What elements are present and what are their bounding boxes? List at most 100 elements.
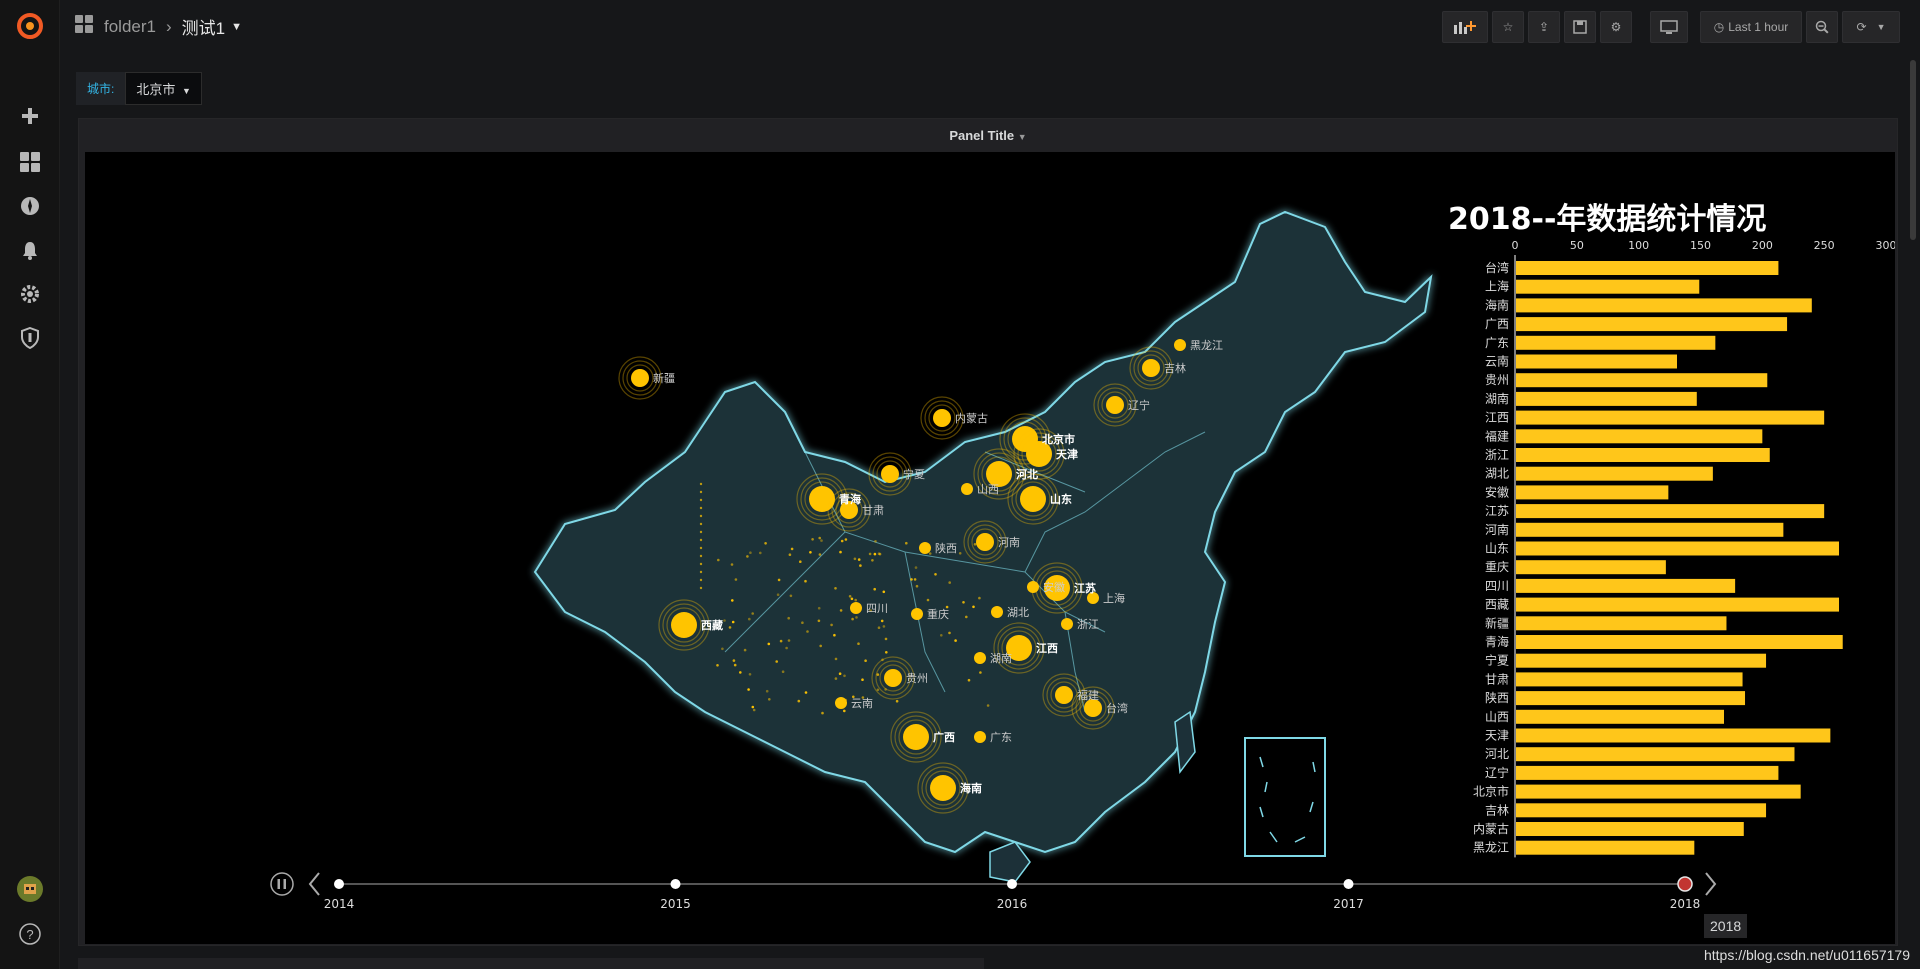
- time-picker-button[interactable]: ◷ Last 1 hour: [1700, 11, 1802, 43]
- bar[interactable]: [1516, 429, 1763, 444]
- bar[interactable]: [1516, 822, 1744, 836]
- breadcrumb-folder[interactable]: folder1: [104, 17, 156, 37]
- province-dot[interactable]: [974, 731, 986, 743]
- province-dot[interactable]: [835, 697, 847, 709]
- grafana-logo-icon[interactable]: [14, 10, 46, 42]
- dashboard-grid-icon: [74, 14, 94, 39]
- bar[interactable]: [1516, 261, 1779, 275]
- refresh-button[interactable]: ⟳ ▼: [1842, 11, 1900, 43]
- explore-icon[interactable]: [14, 190, 46, 222]
- bar[interactable]: [1516, 803, 1767, 818]
- province-dot[interactable]: [884, 669, 902, 687]
- bar[interactable]: [1516, 653, 1767, 668]
- bar[interactable]: [1516, 335, 1716, 350]
- server-admin-shield-icon[interactable]: [14, 322, 46, 354]
- province-dot[interactable]: [850, 602, 862, 614]
- timeline-year-marker[interactable]: [1343, 879, 1354, 889]
- province-dot[interactable]: [1020, 486, 1046, 512]
- timeline-year-marker[interactable]: [1677, 876, 1693, 892]
- province-dot[interactable]: [930, 775, 956, 801]
- bar[interactable]: [1516, 728, 1831, 743]
- timeline-prev-button[interactable]: [308, 872, 320, 896]
- bar[interactable]: [1516, 391, 1697, 406]
- bar[interactable]: [1516, 560, 1666, 575]
- bar[interactable]: [1516, 485, 1669, 500]
- dashboards-icon[interactable]: [14, 146, 46, 178]
- province-dot[interactable]: [1055, 686, 1073, 704]
- configuration-gear-icon[interactable]: [14, 278, 46, 310]
- bar[interactable]: [1516, 504, 1825, 519]
- bar[interactable]: [1516, 279, 1700, 294]
- bar[interactable]: [1516, 373, 1768, 388]
- timeline-tooltip: 2018: [1704, 914, 1748, 938]
- bar[interactable]: [1516, 317, 1788, 332]
- province-dot[interactable]: [881, 465, 899, 483]
- province-dot[interactable]: [961, 483, 973, 495]
- tv-mode-button[interactable]: [1650, 11, 1688, 43]
- bar[interactable]: [1516, 522, 1784, 537]
- province-dot[interactable]: [1174, 339, 1186, 351]
- bar[interactable]: [1516, 691, 1746, 706]
- province-label: 陕西: [935, 541, 957, 555]
- bar[interactable]: [1516, 635, 1843, 649]
- scrollbar[interactable]: [1910, 60, 1916, 240]
- province-label: 西藏: [701, 618, 723, 632]
- bar[interactable]: [1516, 765, 1779, 780]
- zoom-out-button[interactable]: [1806, 11, 1838, 43]
- timeline-next-button[interactable]: [1705, 872, 1717, 896]
- province-dot[interactable]: [903, 724, 929, 750]
- add-panel-button[interactable]: [1442, 11, 1488, 43]
- timeline-year-marker[interactable]: [670, 879, 681, 889]
- bar[interactable]: [1516, 672, 1743, 687]
- bar[interactable]: [1516, 541, 1840, 556]
- province-label: 台湾: [1106, 701, 1128, 715]
- province-label: 湖北: [1007, 606, 1029, 619]
- plus-icon[interactable]: [14, 100, 46, 132]
- category-label: 浙江: [1485, 448, 1509, 462]
- star-button[interactable]: ☆: [1492, 11, 1524, 43]
- province-label: 浙江: [1077, 618, 1099, 631]
- bar[interactable]: [1516, 298, 1812, 313]
- province-dot[interactable]: [974, 652, 986, 664]
- time-range-label: Last 1 hour: [1728, 20, 1789, 34]
- province-dot[interactable]: [671, 612, 697, 638]
- user-avatar[interactable]: [14, 873, 46, 905]
- settings-button[interactable]: ⚙: [1600, 11, 1632, 43]
- province-dot[interactable]: [1061, 618, 1073, 630]
- timeline-year-marker[interactable]: [334, 879, 344, 889]
- province-dot[interactable]: [933, 409, 951, 427]
- timeline-play-pause-button[interactable]: [270, 872, 294, 896]
- timeline-year-marker[interactable]: [1007, 879, 1017, 889]
- refresh-icon: ⟳: [1856, 20, 1867, 34]
- alerting-bell-icon[interactable]: [14, 234, 46, 266]
- caret-down-icon[interactable]: ▼: [231, 21, 242, 33]
- province-dot[interactable]: [991, 606, 1003, 618]
- bar[interactable]: [1516, 354, 1678, 369]
- bar[interactable]: [1516, 578, 1736, 593]
- panel-header[interactable]: Panel Title ▼: [79, 119, 1897, 153]
- bar[interactable]: [1516, 597, 1840, 612]
- x-tick-label: 100: [1628, 239, 1649, 252]
- bar[interactable]: [1516, 784, 1801, 799]
- province-dot[interactable]: [631, 369, 649, 387]
- province-label: 河北: [1016, 467, 1038, 481]
- province-dot[interactable]: [1142, 359, 1160, 377]
- province-dot[interactable]: [1027, 581, 1039, 593]
- bar[interactable]: [1516, 709, 1724, 724]
- help-icon[interactable]: ?: [14, 918, 46, 950]
- province-dot[interactable]: [1106, 396, 1124, 414]
- bar[interactable]: [1516, 840, 1695, 855]
- bar[interactable]: [1516, 448, 1770, 462]
- province-dot[interactable]: [919, 542, 931, 554]
- province-label: 广西: [933, 730, 955, 744]
- bar[interactable]: [1516, 747, 1795, 762]
- province-dot[interactable]: [911, 608, 923, 620]
- share-button[interactable]: ⇪: [1528, 11, 1560, 43]
- save-button[interactable]: [1564, 11, 1596, 43]
- bar[interactable]: [1516, 410, 1825, 425]
- bar[interactable]: [1516, 616, 1727, 631]
- bar[interactable]: [1516, 466, 1713, 481]
- dashboard-title[interactable]: 测试1: [182, 14, 225, 39]
- province-dot[interactable]: [976, 533, 994, 551]
- city-variable-select[interactable]: 北京市 ▼: [125, 72, 202, 105]
